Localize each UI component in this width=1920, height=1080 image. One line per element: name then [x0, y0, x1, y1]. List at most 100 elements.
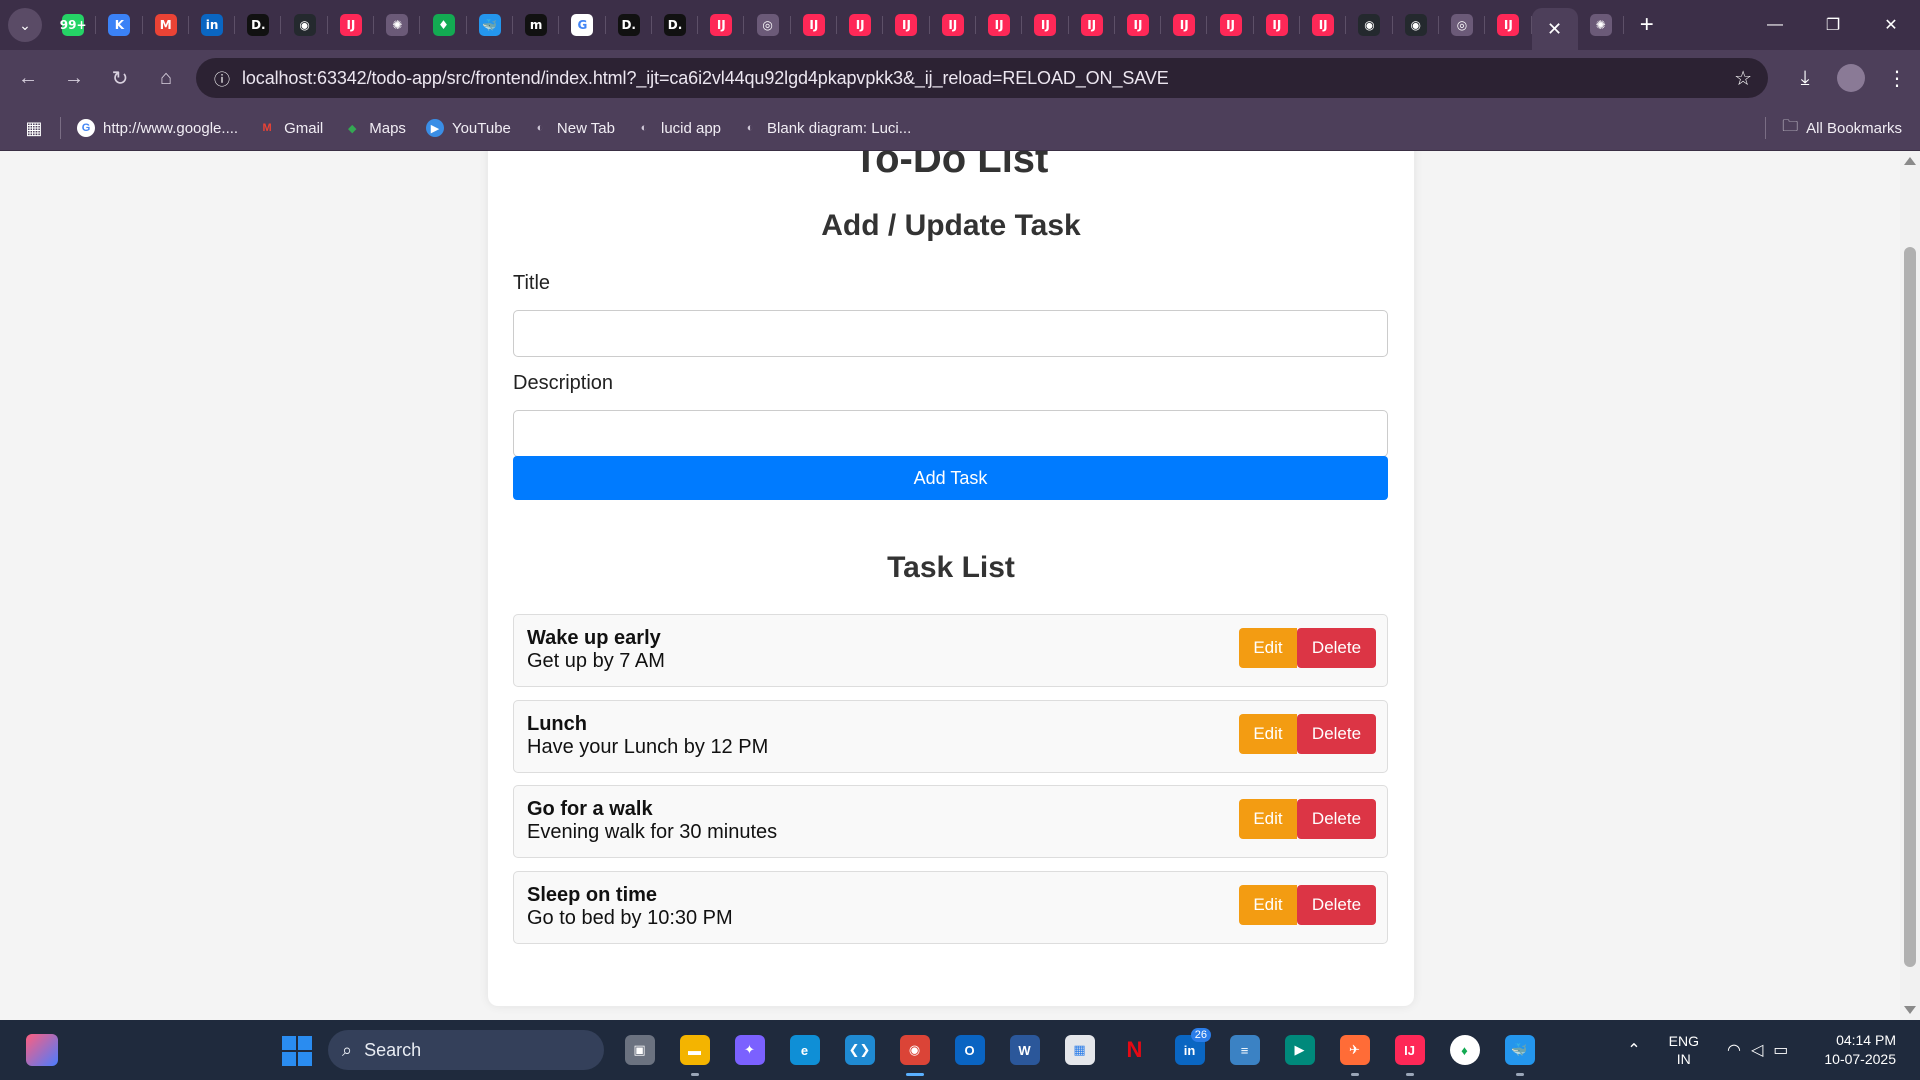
tab-4[interactable]: in: [189, 0, 236, 50]
task-view-taskbar-button[interactable]: ▣: [612, 1020, 667, 1080]
postman-taskbar-button[interactable]: ✈: [1327, 1020, 1382, 1080]
tab-24[interactable]: IJ: [1115, 0, 1162, 50]
edit-task-button[interactable]: Edit: [1239, 799, 1297, 839]
url-text[interactable]: localhost:63342/todo-app/src/frontend/in…: [242, 68, 1169, 89]
back-button[interactable]: ←: [6, 56, 50, 100]
bookmark-item[interactable]: ▶ YouTube: [425, 119, 511, 137]
scroll-thumb[interactable]: [1904, 247, 1916, 967]
title-input[interactable]: [513, 310, 1388, 357]
meet-taskbar-button[interactable]: ▶: [1272, 1020, 1327, 1080]
tab-29[interactable]: ◉: [1346, 0, 1393, 50]
delete-task-button[interactable]: Delete: [1297, 714, 1376, 754]
active-tab[interactable]: ✕: [1531, 8, 1578, 50]
outlook-taskbar-button[interactable]: O: [942, 1020, 997, 1080]
tab-17[interactable]: IJ: [791, 0, 838, 50]
tab-22[interactable]: IJ: [1022, 0, 1069, 50]
tab-10[interactable]: 🐳: [467, 0, 514, 50]
tab-32[interactable]: IJ: [1485, 0, 1532, 50]
netflix-taskbar-button[interactable]: N: [1107, 1020, 1162, 1080]
minimize-button[interactable]: —: [1746, 0, 1804, 50]
start-button[interactable]: [282, 1036, 312, 1066]
bookmark-star-icon[interactable]: ☆: [1734, 66, 1752, 91]
tab-19[interactable]: IJ: [883, 0, 930, 50]
tab-3[interactable]: M: [143, 0, 190, 50]
vscode-taskbar-button[interactable]: ❮❯: [832, 1020, 887, 1080]
all-bookmarks-button[interactable]: 🗀 All Bookmarks: [1765, 115, 1902, 142]
tab-26[interactable]: IJ: [1207, 0, 1255, 50]
scroll-down-arrow-icon[interactable]: [1904, 1006, 1916, 1014]
delete-task-button[interactable]: Delete: [1297, 799, 1376, 839]
linkedin-taskbar-button[interactable]: in 26: [1162, 1020, 1217, 1080]
tab-18[interactable]: IJ: [837, 0, 884, 50]
tab-21[interactable]: IJ: [976, 0, 1023, 50]
chrome-taskbar-button[interactable]: ◉: [887, 1020, 942, 1080]
tab-9[interactable]: ♦: [420, 0, 467, 50]
bookmark-item[interactable]: ◐ Blank diagram: Luci...: [741, 119, 912, 137]
tab-2[interactable]: K: [96, 0, 143, 50]
scroll-up-arrow-icon[interactable]: [1904, 157, 1916, 165]
tab-27[interactable]: IJ: [1254, 0, 1301, 50]
tab-8[interactable]: ✺: [374, 0, 421, 50]
edit-task-button[interactable]: Edit: [1239, 628, 1297, 668]
tab-25[interactable]: IJ: [1161, 0, 1208, 50]
tab-search-dropdown-button[interactable]: ⌄: [8, 8, 42, 42]
edit-task-button[interactable]: Edit: [1239, 714, 1297, 754]
taskbar-search[interactable]: ⌕ Search: [328, 1030, 604, 1070]
bookmark-item[interactable]: ◐ lucid app: [635, 119, 721, 137]
edge-taskbar-button[interactable]: e: [777, 1020, 832, 1080]
tab-strip: ⌄ 99+ K Min D. ◉ IJ ✺ ♦ 🐳 m G D. D. IJ ◎ IJ IJ IJ IJ IJ IJ IJ…: [0, 0, 1920, 50]
tab-6[interactable]: ◉: [281, 0, 329, 50]
tab-15[interactable]: IJ: [698, 0, 745, 50]
intellij-taskbar-button[interactable]: IJ: [1382, 1020, 1437, 1080]
docker-taskbar-button[interactable]: 🐳: [1492, 1020, 1547, 1080]
mongodb-taskbar-button[interactable]: ♦: [1437, 1020, 1492, 1080]
download-icon[interactable]: ⤓: [1782, 67, 1828, 90]
menu-kebab-icon[interactable]: ⋮: [1874, 66, 1920, 91]
file-explorer-taskbar-button[interactable]: ▬: [667, 1020, 722, 1080]
tab-28[interactable]: IJ: [1300, 0, 1347, 50]
new-tab-button[interactable]: +: [1624, 0, 1670, 50]
widgets-icon[interactable]: [26, 1034, 58, 1066]
tab-after-active[interactable]: ✺: [1578, 0, 1625, 50]
edit-task-button[interactable]: Edit: [1239, 885, 1297, 925]
language-indicator[interactable]: ENG IN: [1669, 1032, 1699, 1068]
vertical-scrollbar[interactable]: [1900, 151, 1920, 1020]
store-taskbar-button[interactable]: ▦: [1052, 1020, 1107, 1080]
description-input[interactable]: [513, 410, 1388, 457]
tab-16[interactable]: ◎: [744, 0, 792, 50]
tab-1[interactable]: 99+: [50, 0, 97, 50]
tab-7[interactable]: IJ: [328, 0, 375, 50]
copilot-taskbar-button[interactable]: ✦: [722, 1020, 777, 1080]
bookmark-item[interactable]: ◆ Maps: [343, 119, 406, 137]
restore-button[interactable]: ❐: [1804, 0, 1862, 50]
delete-task-button[interactable]: Delete: [1297, 628, 1376, 668]
tab-23[interactable]: IJ: [1069, 0, 1116, 50]
tab-11[interactable]: m: [513, 0, 560, 50]
tab-30[interactable]: ◉: [1393, 0, 1440, 50]
tab-14[interactable]: D.: [652, 0, 699, 50]
bookmark-item[interactable]: ◐ New Tab: [531, 119, 615, 137]
forward-button[interactable]: →: [52, 56, 96, 100]
notepad-taskbar-button[interactable]: ≡: [1217, 1020, 1272, 1080]
apps-grid-icon[interactable]: ▦: [12, 118, 56, 139]
add-task-button[interactable]: Add Task: [513, 456, 1388, 500]
tab-20[interactable]: IJ: [930, 0, 977, 50]
address-bar[interactable]: ⓘ localhost:63342/todo-app/src/frontend/…: [196, 58, 1768, 98]
tab-12[interactable]: G: [559, 0, 606, 50]
bookmark-item[interactable]: Ghttp://www.google....: [77, 119, 238, 137]
chevron-up-icon[interactable]: ⌃: [1627, 1040, 1640, 1060]
bookmark-item[interactable]: M Gmail: [258, 119, 323, 137]
clock[interactable]: 04:14 PM 10-07-2025: [1824, 1031, 1896, 1069]
home-button[interactable]: ⌂: [144, 56, 188, 100]
tab-13[interactable]: D.: [606, 0, 653, 50]
close-tab-icon[interactable]: ✕: [1547, 19, 1562, 40]
word-taskbar-button[interactable]: W: [997, 1020, 1052, 1080]
reload-button[interactable]: ↻: [98, 56, 142, 100]
close-window-button[interactable]: ✕: [1862, 0, 1920, 50]
tab-5[interactable]: D.: [235, 0, 282, 50]
network-volume-battery-icons[interactable]: ◠◁▭: [1727, 1040, 1798, 1060]
site-info-icon[interactable]: ⓘ: [202, 66, 242, 90]
delete-task-button[interactable]: Delete: [1297, 885, 1376, 925]
profile-avatar[interactable]: [1837, 64, 1865, 92]
tab-31[interactable]: ◎: [1439, 0, 1486, 50]
